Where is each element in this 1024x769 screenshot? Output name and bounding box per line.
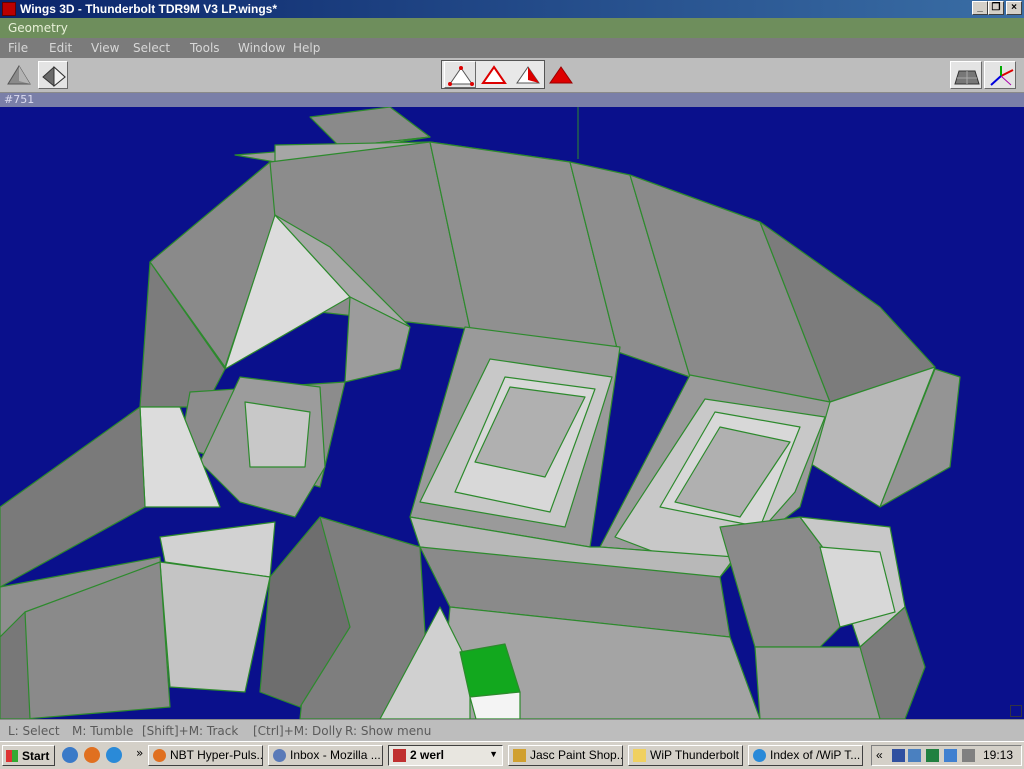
- menu-help[interactable]: Help: [293, 41, 320, 55]
- axis-line: [577, 107, 579, 159]
- minimize-button[interactable]: _: [972, 1, 988, 15]
- firefox-icon[interactable]: [84, 747, 100, 763]
- task-inbox-mozilla[interactable]: Inbox - Mozilla ...: [268, 745, 383, 766]
- axes-button[interactable]: [984, 61, 1016, 89]
- 3d-viewport[interactable]: [0, 107, 1024, 719]
- menu-edit[interactable]: Edit: [49, 41, 72, 55]
- task-index-of-wip[interactable]: Index of /WiP T...: [748, 745, 863, 766]
- window-titlebar: Wings 3D - Thunderbolt TDR9M V3 LP.wings…: [0, 0, 1024, 18]
- body-select-button[interactable]: [545, 61, 577, 89]
- resize-grip[interactable]: [1010, 705, 1022, 717]
- tray-overflow[interactable]: «: [876, 748, 883, 762]
- selection-mode-group: [441, 60, 545, 89]
- flat-shaded-view-button[interactable]: [38, 61, 68, 89]
- paint-shop-icon: [513, 749, 526, 762]
- quicklaunch-overflow[interactable]: »: [136, 746, 143, 760]
- status-shift-track: [Shift]+M: Track: [142, 724, 239, 738]
- tray-app-icon[interactable]: [892, 749, 905, 762]
- tray-network-icon[interactable]: [908, 749, 921, 762]
- task-jasc-paint-shop[interactable]: Jasc Paint Shop...: [508, 745, 623, 766]
- tray-info-icon[interactable]: [944, 749, 957, 762]
- firefox-icon: [153, 749, 166, 762]
- status-middle-tumble: M: Tumble: [72, 724, 134, 738]
- ground-plane-icon: [954, 70, 980, 85]
- vertex-select-icon: [448, 66, 474, 86]
- edge-select-button[interactable]: [478, 61, 510, 88]
- status-bar: L: Select M: Tumble [Shift]+M: Track [Ct…: [0, 719, 1024, 742]
- task-werl[interactable]: 2 werl ▼: [388, 745, 503, 766]
- menu-bar: File Edit View Select Tools Window Help: [0, 38, 1024, 58]
- face-select-icon: [516, 66, 540, 84]
- tray-monitor-icon[interactable]: [926, 749, 939, 762]
- mozilla-mail-icon: [273, 749, 286, 762]
- ground-plane-button[interactable]: [950, 61, 982, 89]
- task-nbt-hyper-puls[interactable]: NBT Hyper-Puls...: [148, 745, 263, 766]
- taskbar: Start » NBT Hyper-Puls... Inbox - Mozill…: [0, 741, 1024, 769]
- status-right-menu: R: Show menu: [345, 724, 432, 738]
- status-left-select: L: Select: [8, 724, 60, 738]
- vertex-select-button[interactable]: [444, 61, 476, 88]
- tray-tool-icon[interactable]: [962, 749, 975, 762]
- menu-view[interactable]: View: [91, 41, 119, 55]
- group-dropdown-icon: ▼: [489, 749, 498, 759]
- task-wip-thunderbolt[interactable]: WiP Thunderbolt: [628, 745, 743, 766]
- smooth-shaded-view-button[interactable]: [4, 61, 34, 89]
- folder-icon: [633, 749, 646, 762]
- menu-window[interactable]: Window: [238, 41, 285, 55]
- start-button[interactable]: Start: [2, 745, 55, 766]
- axes-icon: [990, 66, 1014, 86]
- info-text: #751: [4, 93, 35, 106]
- wings3d-app-icon: [2, 2, 16, 16]
- body-select-icon: [549, 66, 573, 84]
- system-tray: « 19:13: [871, 745, 1022, 766]
- window-title: Wings 3D - Thunderbolt TDR9M V3 LP.wings…: [20, 2, 278, 16]
- windows-logo-icon: [6, 750, 18, 762]
- geometry-label: Geometry: [8, 21, 68, 35]
- menu-file[interactable]: File: [8, 41, 28, 55]
- menu-select[interactable]: Select: [133, 41, 170, 55]
- status-ctrl-dolly: [Ctrl]+M: Dolly: [253, 724, 343, 738]
- erlang-icon: [393, 749, 406, 762]
- clock: 19:13: [982, 748, 1013, 762]
- start-label: Start: [22, 749, 50, 763]
- flat-shaded-view-icon: [42, 65, 66, 87]
- smooth-shaded-view-icon: [7, 65, 31, 85]
- internet-explorer-icon: [753, 749, 766, 762]
- close-button[interactable]: ×: [1006, 1, 1022, 15]
- menu-tools[interactable]: Tools: [190, 41, 220, 55]
- restore-button[interactable]: ❐: [988, 1, 1004, 15]
- internet-explorer-icon[interactable]: [106, 747, 122, 763]
- show-desktop-icon[interactable]: [62, 747, 78, 763]
- edge-select-icon: [481, 65, 507, 84]
- geometry-window-bar: Geometry: [0, 18, 1024, 39]
- info-line: #751: [0, 93, 1024, 107]
- face-select-button[interactable]: [512, 61, 544, 88]
